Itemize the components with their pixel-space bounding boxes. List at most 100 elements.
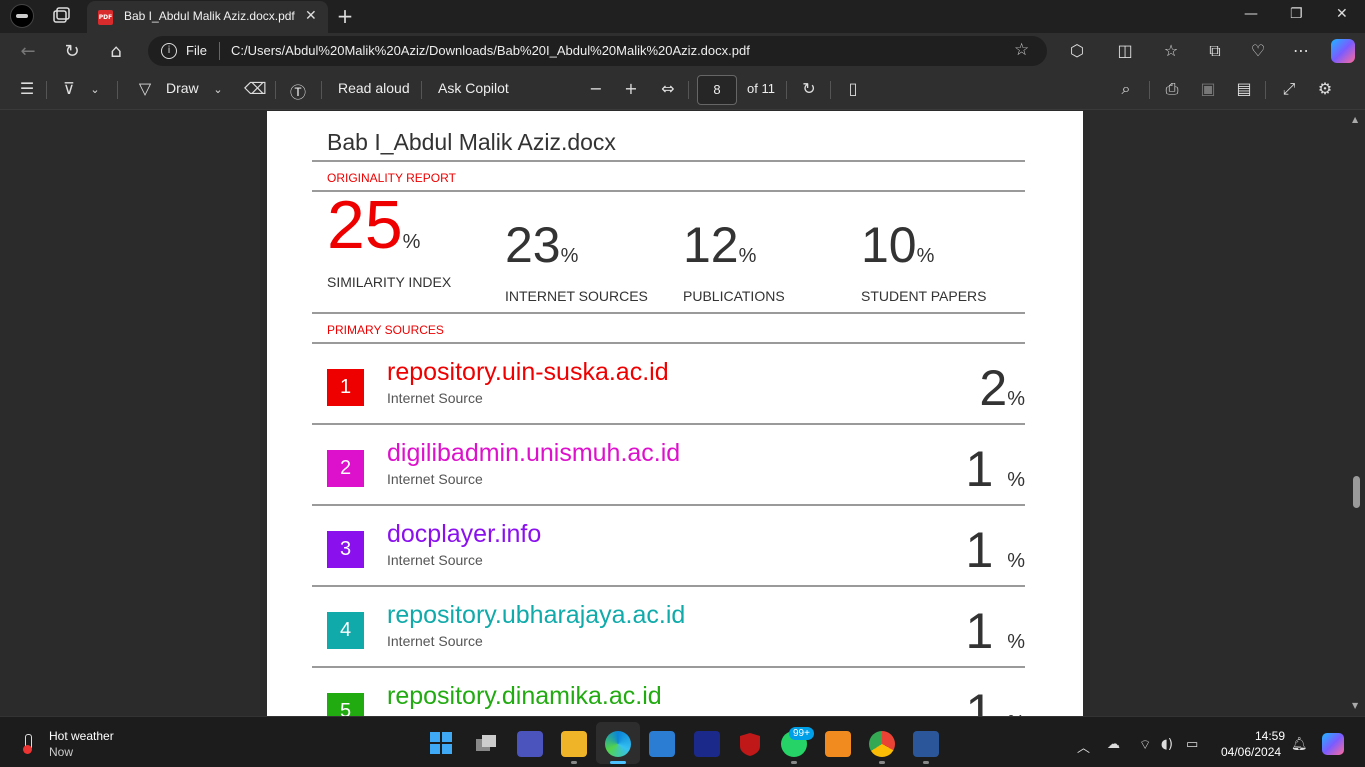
eraser-icon[interactable]: ⌫ <box>244 79 267 98</box>
source-percent: 1 % <box>965 603 1025 659</box>
save-icon[interactable]: ▣ <box>1198 79 1218 98</box>
minimize-icon[interactable]: — <box>1244 6 1258 22</box>
fullscreen-icon[interactable]: ⤢ <box>1279 79 1299 99</box>
favorite-star-icon[interactable]: ☆ <box>1014 40 1029 60</box>
source-name[interactable]: repository.dinamika.ac.id <box>387 682 662 711</box>
extensions-icon[interactable]: ⬡ <box>1066 41 1088 60</box>
chrome-icon[interactable] <box>869 731 895 757</box>
address-toolbar: ← ↻ ⌂ i File C:/Users/Abdul%20Malik%20Az… <box>0 33 1365 70</box>
edge-browser-icon[interactable] <box>605 731 631 757</box>
running-indicator <box>791 761 797 764</box>
start-windows-icon[interactable] <box>429 731 453 755</box>
profile-avatar[interactable] <box>10 4 34 28</box>
zoom-in-icon[interactable]: + <box>621 79 641 98</box>
show-hidden-icons-chevron-up-icon[interactable]: ︿ <box>1077 737 1090 756</box>
running-indicator <box>923 761 929 764</box>
draw-button[interactable]: Draw <box>166 80 199 96</box>
pdf-file-icon: PDF <box>98 10 113 25</box>
contents-list-icon[interactable]: ☰ <box>17 79 37 98</box>
source-rank-badge: 1 <box>327 369 364 406</box>
address-bar[interactable]: i File C:/Users/Abdul%20Malik%20Aziz/Dow… <box>148 36 1047 66</box>
print-icon[interactable]: ⎙ <box>1162 79 1182 99</box>
file-explorer-icon[interactable] <box>561 731 587 757</box>
teams-icon[interactable] <box>517 731 543 757</box>
task-view-icon[interactable] <box>473 731 499 757</box>
word-icon[interactable] <box>913 731 939 757</box>
source-name[interactable]: docplayer.info <box>387 520 541 549</box>
source-row: 3 docplayer.info Internet Source 1 % <box>312 506 1025 587</box>
title-rule <box>312 160 1025 162</box>
back-icon[interactable]: ← <box>17 41 39 62</box>
source-type: Internet Source <box>387 390 483 406</box>
onedrive-cloud-icon[interactable]: ☁ <box>1107 737 1120 752</box>
source-name[interactable]: repository.uin-suska.ac.id <box>387 358 669 387</box>
source-type: Internet Source <box>387 633 483 649</box>
rotate-icon[interactable]: ↻ <box>799 79 819 98</box>
stat-value: 10% <box>861 217 935 273</box>
source-name[interactable]: digilibadmin.unismuh.ac.id <box>387 439 680 468</box>
pdf-viewer[interactable]: Bab I_Abdul Malik Aziz.docx ORIGINALITY … <box>0 111 1365 716</box>
favorites-icon[interactable]: ☆ <box>1160 41 1182 60</box>
mcafee-icon[interactable] <box>737 731 763 757</box>
scrollbar-thumb[interactable] <box>1353 476 1360 508</box>
vertical-scrollbar[interactable]: ▲ ▼ <box>1348 111 1365 716</box>
split-screen-icon[interactable]: ◫ <box>1114 41 1136 60</box>
add-text-icon[interactable]: Ⓣ <box>288 79 308 103</box>
highlight-icon[interactable]: ⊽ <box>59 79 79 98</box>
section-rule <box>312 312 1025 314</box>
stat-value: 23% <box>505 217 579 273</box>
window-close-icon[interactable]: ✕ <box>1336 6 1348 22</box>
info-icon[interactable]: i <box>161 43 177 59</box>
save-as-icon[interactable]: ▤ <box>1234 79 1254 98</box>
primary-sources-heading: PRIMARY SOURCES <box>327 323 444 337</box>
settings-gear-icon[interactable]: ⚙ <box>1315 79 1335 98</box>
clock-time[interactable]: 14:59 <box>1255 729 1285 743</box>
source-rank-badge: 4 <box>327 612 364 649</box>
new-tab-icon[interactable]: + <box>336 4 354 28</box>
more-menu-icon[interactable]: ⋯ <box>1290 41 1312 60</box>
weather-title[interactable]: Hot weather <box>49 729 114 743</box>
copilot-icon[interactable] <box>1331 39 1355 63</box>
ask-copilot-button[interactable]: Ask Copilot <box>438 80 509 96</box>
draw-pen-icon[interactable]: ▽ <box>135 79 155 98</box>
app-l-icon[interactable] <box>694 731 720 757</box>
notification-bell-icon[interactable]: 🔔︎ <box>1291 737 1308 752</box>
scroll-up-icon[interactable]: ▲ <box>1352 115 1358 124</box>
highlight-dropdown-chevron-down-icon[interactable]: ⌄ <box>85 83 105 96</box>
workspaces-icon[interactable] <box>48 5 74 27</box>
source-type: Internet Source <box>387 471 483 487</box>
copilot-taskbar-icon[interactable] <box>1322 733 1344 755</box>
search-icon[interactable]: ⌕ <box>1116 79 1136 99</box>
running-indicator <box>571 761 577 764</box>
page-view-icon[interactable]: ▯ <box>843 79 863 98</box>
volume-icon[interactable]: ◖) <box>1161 737 1173 752</box>
source-percent: 1 % <box>965 522 1025 578</box>
home-icon[interactable]: ⌂ <box>105 41 127 62</box>
wifi-icon[interactable]: ⌔ <box>1139 737 1151 753</box>
source-type: Internet Source <box>387 552 483 568</box>
weather-subtitle: Now <box>49 745 74 759</box>
draw-dropdown-chevron-down-icon[interactable]: ⌄ <box>208 83 228 96</box>
zoom-out-icon[interactable]: − <box>586 79 606 98</box>
thermometer-icon[interactable] <box>21 734 35 754</box>
microsoft-store-icon[interactable] <box>649 731 675 757</box>
stat-similarity-index: 25% SIMILARITY INDEX <box>327 191 451 290</box>
performance-icon[interactable]: ♡ <box>1247 41 1269 60</box>
source-row: 2 digilibadmin.unismuh.ac.id Internet So… <box>312 425 1025 506</box>
source-rank-badge: 2 <box>327 450 364 487</box>
tab-active-pdf[interactable]: PDF Bab I_Abdul Malik Aziz.docx.pdf ✕ <box>87 1 328 33</box>
source-name[interactable]: repository.ubharajaya.ac.id <box>387 601 685 630</box>
address-url[interactable]: C:/Users/Abdul%20Malik%20Aziz/Downloads/… <box>231 43 750 58</box>
app-orange-icon[interactable] <box>825 731 851 757</box>
clock-date[interactable]: 04/06/2024 <box>1221 745 1281 759</box>
read-aloud-button[interactable]: Read aloud <box>338 80 410 96</box>
refresh-icon[interactable]: ↻ <box>61 41 83 62</box>
stat-student-papers: 10% STUDENT PAPERS <box>861 215 987 304</box>
fit-to-width-icon[interactable]: ⇔ <box>658 79 678 98</box>
restore-icon[interactable]: ❐ <box>1290 6 1303 22</box>
page-number-input[interactable]: 8 <box>697 75 737 105</box>
tab-close-icon[interactable]: ✕ <box>305 8 317 24</box>
collections-icon[interactable]: ⧉ <box>1204 41 1226 61</box>
scroll-down-icon[interactable]: ▼ <box>1352 701 1358 710</box>
battery-icon[interactable]: ▭ <box>1186 737 1198 752</box>
